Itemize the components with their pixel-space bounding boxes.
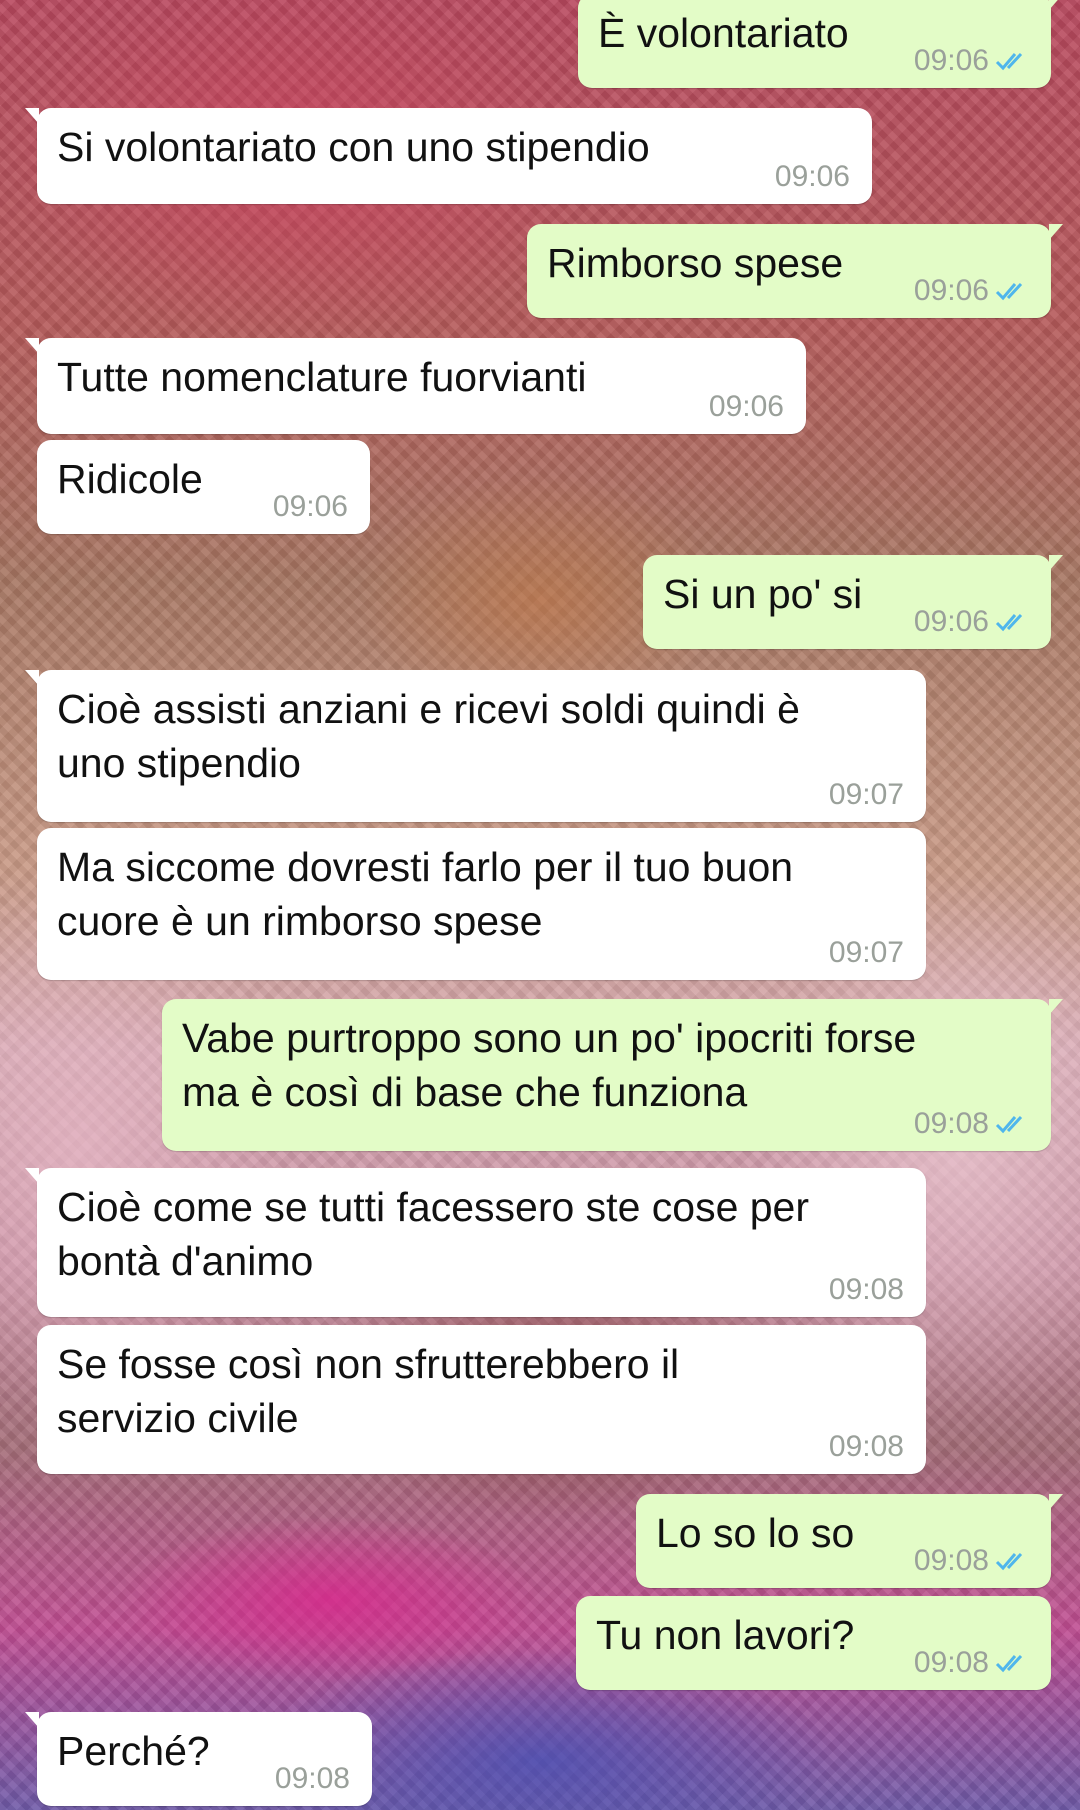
message-bubble-outgoing[interactable]: Lo so lo so 09:08 xyxy=(636,1494,1063,1588)
message-meta: 09:08 xyxy=(914,1646,1033,1680)
message-meta: 09:08 xyxy=(914,1107,1033,1141)
message-bubble-outgoing[interactable]: Vabe purtroppo sono un po' ipocriti fors… xyxy=(162,999,1063,1151)
message-meta: 09:08 xyxy=(914,1544,1033,1578)
message-text: Tu non lavori? xyxy=(596,1612,855,1658)
message-text: Tutte nomenclature fuorvianti xyxy=(57,354,587,400)
message-time: 09:08 xyxy=(913,1646,989,1679)
message-time: 09:06 xyxy=(708,390,784,423)
message-time: 09:08 xyxy=(913,1107,989,1140)
message-text: Perché? xyxy=(57,1728,210,1774)
message-meta: 09:06 xyxy=(914,44,1033,78)
message-meta: 09:07 xyxy=(829,778,904,812)
message-bubble-outgoing[interactable]: È volontariato 09:06 xyxy=(578,0,1063,88)
message-text: Vabe purtroppo sono un po' ipocriti fors… xyxy=(182,1015,917,1115)
message-meta: 09:06 xyxy=(709,390,784,424)
message-time: 09:07 xyxy=(828,936,904,969)
message-text: Si un po' si xyxy=(663,571,863,617)
message-bubble-outgoing[interactable]: Si un po' si 09:06 xyxy=(643,555,1063,649)
message-meta: 09:08 xyxy=(275,1762,350,1796)
message-time: 09:08 xyxy=(828,1430,904,1463)
message-bubble-outgoing[interactable]: Tu non lavori? 09:08 xyxy=(576,1596,1051,1690)
message-bubble-incoming[interactable]: Perché? 09:08 xyxy=(25,1712,372,1806)
message-text: Cioè come se tutti facessero ste cose pe… xyxy=(57,1184,810,1284)
message-meta: 09:08 xyxy=(829,1430,904,1464)
double-check-icon xyxy=(995,1654,1023,1673)
message-time: 09:06 xyxy=(774,160,850,193)
message-bubble-incoming[interactable]: Ridicole 09:06 xyxy=(37,440,370,534)
message-bubble-incoming[interactable]: Si volontariato con uno stipendio 09:06 xyxy=(25,108,872,204)
message-meta: 09:07 xyxy=(829,936,904,970)
message-text: Lo so lo so xyxy=(656,1510,855,1556)
message-meta: 09:08 xyxy=(829,1273,904,1307)
double-check-icon xyxy=(995,282,1023,301)
double-check-icon xyxy=(995,1115,1023,1134)
double-check-icon xyxy=(995,1552,1023,1571)
message-text: Ridicole xyxy=(57,456,203,502)
message-text: Se fosse così non sfrutterebbero il serv… xyxy=(57,1341,680,1441)
message-time: 09:08 xyxy=(274,1762,350,1795)
message-text: Cioè assisti anziani e ricevi soldi quin… xyxy=(57,686,800,786)
message-time: 09:07 xyxy=(828,778,904,811)
message-text: Rimborso spese xyxy=(547,240,844,286)
message-bubble-incoming[interactable]: Cioè assisti anziani e ricevi soldi quin… xyxy=(25,670,926,822)
double-check-icon xyxy=(995,613,1023,632)
message-text: È volontariato xyxy=(598,10,849,56)
message-bubble-outgoing[interactable]: Rimborso spese 09:06 xyxy=(527,224,1063,318)
message-meta: 09:06 xyxy=(914,274,1033,308)
message-meta: 09:06 xyxy=(775,160,850,194)
message-time: 09:06 xyxy=(913,274,989,307)
message-bubble-incoming[interactable]: Se fosse così non sfrutterebbero il serv… xyxy=(37,1325,926,1474)
message-bubble-incoming[interactable]: Tutte nomenclature fuorvianti 09:06 xyxy=(25,338,806,434)
message-time: 09:06 xyxy=(272,490,348,523)
message-text: Si volontariato con uno stipendio xyxy=(57,124,650,170)
message-meta: 09:06 xyxy=(914,605,1033,639)
message-time: 09:08 xyxy=(828,1273,904,1306)
double-check-icon xyxy=(995,52,1023,71)
message-time: 09:06 xyxy=(913,605,989,638)
message-meta: 09:06 xyxy=(273,490,348,524)
message-time: 09:08 xyxy=(913,1544,989,1577)
message-bubble-incoming[interactable]: Cioè come se tutti facessero ste cose pe… xyxy=(25,1168,926,1317)
message-text: Ma siccome dovresti farlo per il tuo buo… xyxy=(57,844,794,944)
message-time: 09:06 xyxy=(913,44,989,77)
message-bubble-incoming[interactable]: Ma siccome dovresti farlo per il tuo buo… xyxy=(37,828,926,980)
